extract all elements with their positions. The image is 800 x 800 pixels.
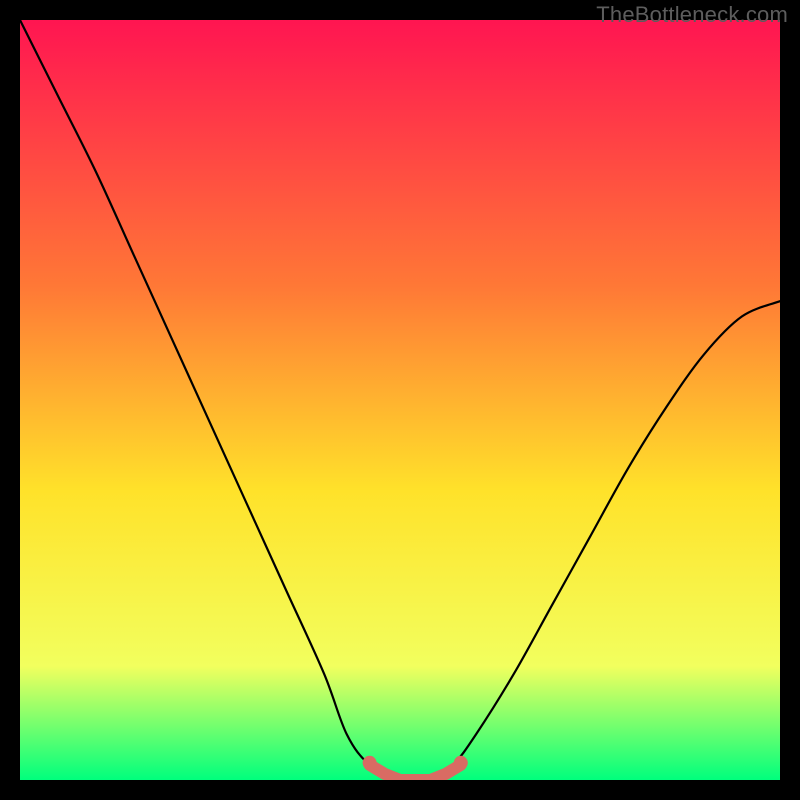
plot-area xyxy=(20,20,780,780)
optimal-range-endpoint xyxy=(363,756,377,770)
bottleneck-chart xyxy=(20,20,780,780)
optimal-range-endpoint xyxy=(454,756,468,770)
watermark-text: TheBottleneck.com xyxy=(596,2,788,28)
gradient-background xyxy=(20,20,780,780)
chart-frame: TheBottleneck.com xyxy=(0,0,800,800)
